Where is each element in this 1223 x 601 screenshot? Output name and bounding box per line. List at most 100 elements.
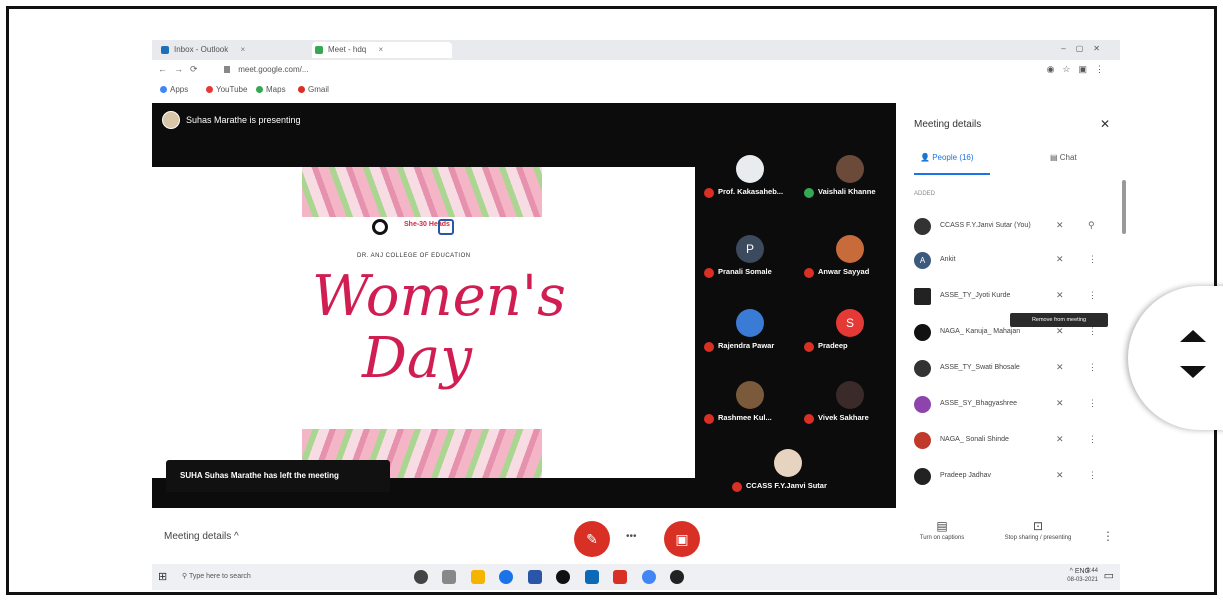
window-controls[interactable]: –▢✕: [1061, 44, 1110, 53]
present-button[interactable]: ⊡ Stop sharing / presenting: [998, 519, 1078, 541]
captions-button[interactable]: ▤ Turn on captions: [902, 519, 982, 541]
edge-icon[interactable]: [499, 569, 514, 584]
more-options-icon[interactable]: •••: [626, 531, 637, 542]
participant-row[interactable]: Pradeep Jadhav ✕ ⋮: [910, 465, 1106, 489]
address-bar: ←→⟳ meet.google.com/... ◉☆▣⋮: [152, 60, 1120, 80]
pin-icon[interactable]: ⚲: [1088, 220, 1095, 231]
participant-tile[interactable]: Vivek Sakhare: [804, 381, 900, 429]
meeting-details-panel: Meeting details ✕ 👤 People (16) ▤ Chat A…: [900, 103, 1120, 513]
mic-off-icon[interactable]: ✕: [1056, 326, 1064, 337]
participant-row[interactable]: ASSE_SY_Bhagyashree ✕ ⋮: [910, 393, 1106, 417]
mic-off-icon: [704, 342, 714, 352]
taskbar-search[interactable]: ⚲ Type here to search: [176, 570, 326, 584]
avatar: [914, 468, 931, 485]
more-options-icon[interactable]: ⋮: [1088, 362, 1097, 373]
cortana-icon[interactable]: [414, 569, 428, 584]
more-options-icon[interactable]: ⋮: [1088, 398, 1097, 409]
camera-off-icon: ▣: [675, 531, 689, 547]
meeting-details-button[interactable]: Meeting details ^: [164, 531, 239, 542]
apps-icon: [160, 86, 167, 93]
mic-off-icon[interactable]: ✕: [1056, 220, 1064, 231]
bookmark-item[interactable]: Apps: [160, 85, 188, 94]
taskbar-clock[interactable]: 9:44 08-03-2021: [1067, 567, 1098, 585]
mic-off-icon[interactable]: ✕: [1056, 290, 1064, 301]
meet-stage: Suhas Marathe is presenting She-30 Heads…: [152, 103, 896, 508]
mail-icon[interactable]: [584, 569, 599, 584]
mic-off-icon[interactable]: ✕: [1056, 362, 1064, 373]
participant-row[interactable]: A Ankit ✕ ⋮: [910, 249, 1106, 273]
app-icon[interactable]: [670, 569, 685, 584]
bookmark-item[interactable]: YouTube: [206, 85, 247, 94]
task-view-icon[interactable]: [442, 569, 457, 584]
chrome-icon[interactable]: [641, 569, 656, 584]
avatar: [836, 381, 864, 409]
mic-off-icon: [704, 188, 714, 198]
tab-chat[interactable]: ▤ Chat: [1050, 153, 1077, 162]
mic-toggle-button[interactable]: ✎: [574, 521, 610, 557]
browser-tab[interactable]: Inbox - Outlook ×: [158, 42, 278, 58]
avatar: [914, 218, 931, 235]
bookmarks-bar: Apps YouTube Maps Gmail: [152, 80, 1120, 100]
nav-buttons[interactable]: ←→⟳: [158, 64, 205, 75]
mic-off-icon: [804, 342, 814, 352]
close-icon[interactable]: ×: [240, 45, 245, 54]
browser-tab-active[interactable]: Meet - hdq ×: [312, 42, 452, 58]
close-icon[interactable]: ✕: [1100, 117, 1110, 131]
left-meeting-notice: SUHA Suhas Marathe has left the meeting: [166, 460, 390, 492]
windows-start-icon[interactable]: ⊞: [158, 570, 167, 583]
taskbar-apps: [414, 568, 694, 586]
app-icon[interactable]: [556, 569, 571, 584]
arrow-down-icon[interactable]: [1180, 366, 1206, 378]
more-options-icon[interactable]: ⋮: [1102, 529, 1114, 543]
participant-tile[interactable]: Prof. Kakasaheb...: [704, 155, 800, 203]
avatar: [774, 449, 802, 477]
more-options-icon[interactable]: ⋮: [1088, 254, 1097, 265]
mic-off-icon: ✎: [586, 531, 598, 547]
bookmark-item[interactable]: Gmail: [298, 85, 329, 94]
avatar: [836, 155, 864, 183]
meet-control-bar: Meeting details ^ ✎ ••• ▣ ▤ Turn on capt…: [152, 513, 1120, 561]
mic-off-icon[interactable]: ✕: [1056, 398, 1064, 409]
participant-tile[interactable]: S Pradeep: [804, 309, 900, 357]
close-icon[interactable]: ×: [378, 45, 383, 54]
participant-row[interactable]: ASSE_TY_Jyoti Kurde ✕ ⋮: [910, 285, 1106, 309]
url-field[interactable]: meet.google.com/...: [224, 65, 309, 74]
institute-logo-icon: [438, 219, 454, 235]
mic-on-icon: [804, 188, 814, 198]
slide-logos: She-30 Heads: [372, 219, 472, 241]
app-icon[interactable]: [613, 569, 628, 584]
participant-row[interactable]: NAGA_ Sonali Shinde ✕ ⋮: [910, 429, 1106, 453]
avatar: [736, 309, 764, 337]
mic-off-icon[interactable]: ✕: [1056, 254, 1064, 265]
avatar: [736, 155, 764, 183]
bookmark-item[interactable]: Maps: [256, 85, 286, 94]
mic-off-icon: [732, 482, 742, 492]
mic-off-icon[interactable]: ✕: [1056, 434, 1064, 445]
more-options-icon[interactable]: ⋮: [1088, 434, 1097, 445]
participant-tile[interactable]: Anwar Sayyad: [804, 235, 900, 283]
avatar: A: [914, 252, 931, 269]
lock-icon: [224, 66, 230, 73]
more-options-icon[interactable]: ⋮: [1088, 326, 1097, 337]
tab-label: Inbox - Outlook: [174, 45, 229, 54]
store-icon[interactable]: [527, 569, 542, 584]
panel-scrollbar[interactable]: [1122, 180, 1126, 234]
extension-icons[interactable]: ◉☆▣⋮: [1047, 64, 1112, 75]
participant-tile[interactable]: P Pranali Somale: [704, 235, 800, 283]
participant-tile[interactable]: Rashmee Kul...: [704, 381, 800, 429]
mic-off-icon: [804, 268, 814, 278]
tab-people[interactable]: 👤 People (16): [920, 153, 974, 162]
arrow-up-icon[interactable]: [1180, 330, 1206, 342]
camera-toggle-button[interactable]: ▣: [664, 521, 700, 557]
people-icon: 👤: [920, 153, 933, 162]
participant-row[interactable]: CCASS F.Y.Janvi Sutar (You) ✕ ⚲: [910, 215, 1106, 239]
participant-row[interactable]: ASSE_TY_Swati Bhosale ✕ ⋮: [910, 357, 1106, 381]
participant-tile-self[interactable]: CCASS F.Y.Janvi Sutar: [732, 449, 872, 497]
notification-icon[interactable]: ▭: [1104, 569, 1114, 582]
file-explorer-icon[interactable]: [470, 569, 485, 584]
participant-tile[interactable]: Vaishali Khanne: [804, 155, 900, 203]
mic-off-icon[interactable]: ✕: [1056, 470, 1064, 481]
participant-tile[interactable]: Rajendra Pawar: [704, 309, 800, 357]
more-options-icon[interactable]: ⋮: [1088, 290, 1097, 301]
more-options-icon[interactable]: ⋮: [1088, 470, 1097, 481]
